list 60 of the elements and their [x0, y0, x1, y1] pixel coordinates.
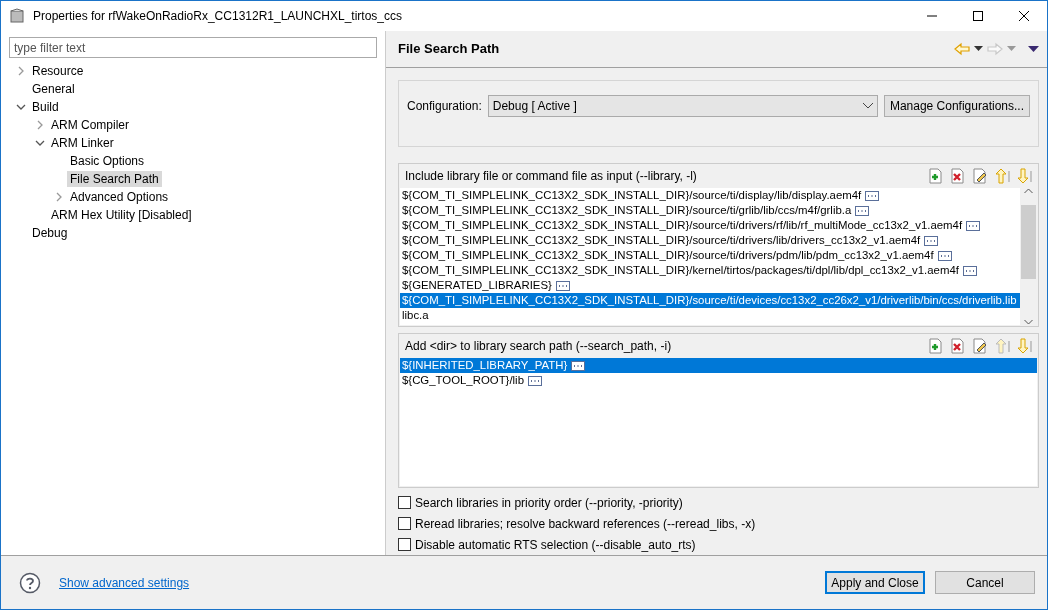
more-icon[interactable]	[937, 250, 952, 261]
tree-item[interactable]: Basic Options	[67, 153, 148, 169]
edit-button[interactable]	[972, 168, 988, 184]
list-row[interactable]: ${COM_TI_SIMPLELINK_CC13X2_SDK_INSTALL_DIR}/source/ti/display/lib/display.aem4f	[400, 188, 1020, 203]
maximize-icon[interactable]	[973, 11, 983, 21]
tree-item[interactable]: Resource	[29, 63, 87, 79]
window-title: Properties for rfWakeOnRadioRx_CC1312R1_LAUNCHXL_tirtos_ccs	[33, 8, 403, 25]
view-menu-icon[interactable]	[1028, 45, 1039, 53]
close-icon[interactable]	[1019, 11, 1029, 21]
checkbox-label: Disable automatic RTS selection (--disable_auto_rts)	[415, 536, 696, 554]
more-icon[interactable]	[855, 205, 870, 216]
delete-button[interactable]	[950, 338, 966, 354]
more-icon[interactable]	[966, 220, 981, 231]
dialog-button[interactable]: Apply and Close	[825, 571, 925, 594]
filter-field[interactable]: type filter text	[9, 37, 377, 58]
tree-item[interactable]: ARM Compiler	[48, 117, 132, 133]
more-icon[interactable]	[962, 265, 977, 276]
list-row[interactable]: ${COM_TI_SIMPLELINK_CC13X2_SDK_INSTALL_DIR}/source/ti/drivers/pdm/lib/pdm_cc13x2_v1.aem4f	[400, 248, 1020, 263]
tree-item[interactable]: ARM Hex Utility [Disabled]	[48, 207, 195, 223]
dropdown-chevron-icon[interactable]	[862, 103, 873, 109]
checkbox-label: Search libraries in priority order (--priority, -priority)	[415, 494, 683, 512]
edit-button[interactable]	[972, 338, 988, 354]
list-row[interactable]: ${COM_TI_SIMPLELINK_CC13X2_SDK_INSTALL_DIR}/source/ti/devices/cc13x2_cc26x2_v1/driverlib/bin/ccs/driverlib.lib	[400, 293, 1020, 308]
list-row[interactable]: ${CG_TOOL_ROOT}/lib	[400, 373, 1037, 388]
list-row[interactable]: ${COM_TI_SIMPLELINK_CC13X2_SDK_INSTALL_DIR}/kernel/tirtos/packages/ti/dpl/lib/dpl_cc13x2_v1.aem4f	[400, 263, 1020, 278]
add-button[interactable]	[928, 338, 944, 354]
tree-item[interactable]: File Search Path	[67, 171, 162, 187]
list-row[interactable]: ${COM_TI_SIMPLELINK_CC13X2_SDK_INSTALL_DIR}/source/ti/grlib/lib/ccs/m4f/grlib.a	[400, 203, 1020, 218]
help-icon[interactable]	[19, 571, 41, 594]
page-title: File Search Path	[398, 40, 500, 59]
configuration-dropdown[interactable]: Debug [ Active ]	[487, 95, 878, 117]
list-title: Add <dir> to library search path (--search_path, -i)	[405, 338, 672, 355]
list-row[interactable]: ${GENERATED_LIBRARIES}	[400, 278, 1020, 293]
checkbox-label: Reread libraries; resolve backward references (--reread_libs, -x)	[415, 515, 756, 533]
list-row[interactable]: libc.a	[400, 308, 1020, 323]
checkbox[interactable]	[398, 517, 411, 530]
list-row[interactable]: ${COM_TI_SIMPLELINK_CC13X2_SDK_INSTALL_DIR}/source/ti/drivers/lib/drivers_cc13x2_v1.aem4f	[400, 233, 1020, 248]
list-title: Include library file or command file as input (--library, -l)	[405, 168, 697, 185]
configuration-label: Configuration:	[407, 98, 482, 115]
manage-configurations-button[interactable]: Manage Configurations...	[883, 95, 1030, 117]
checkbox[interactable]	[398, 496, 411, 509]
dialog-button[interactable]: Cancel	[935, 571, 1035, 594]
more-icon[interactable]	[528, 375, 542, 386]
tree-item[interactable]: Build	[29, 99, 62, 115]
tree-item[interactable]: ARM Linker	[48, 135, 117, 151]
dropdown-caret-icon[interactable]	[974, 46, 983, 52]
app-icon	[9, 8, 25, 24]
more-icon[interactable]	[865, 190, 880, 201]
list-row[interactable]: ${INHERITED_LIBRARY_PATH}	[400, 358, 1037, 373]
delete-button[interactable]	[950, 168, 966, 184]
more-icon[interactable]	[555, 280, 570, 291]
tree-item[interactable]: General	[29, 81, 78, 97]
add-button[interactable]	[928, 168, 944, 184]
tree-item[interactable]: Debug	[29, 225, 71, 241]
checkbox[interactable]	[398, 538, 411, 551]
more-icon[interactable]	[924, 235, 939, 246]
list-row[interactable]: ${COM_TI_SIMPLELINK_CC13X2_SDK_INSTALL_DIR}/source/ti/drivers/rf/lib/rf_multiMode_cc13x2_v1.aem4f	[400, 218, 1020, 233]
advanced-settings-link[interactable]: Show advanced settings	[59, 573, 190, 592]
more-icon[interactable]	[571, 360, 586, 371]
tree-item[interactable]: Advanced Options	[67, 189, 172, 205]
